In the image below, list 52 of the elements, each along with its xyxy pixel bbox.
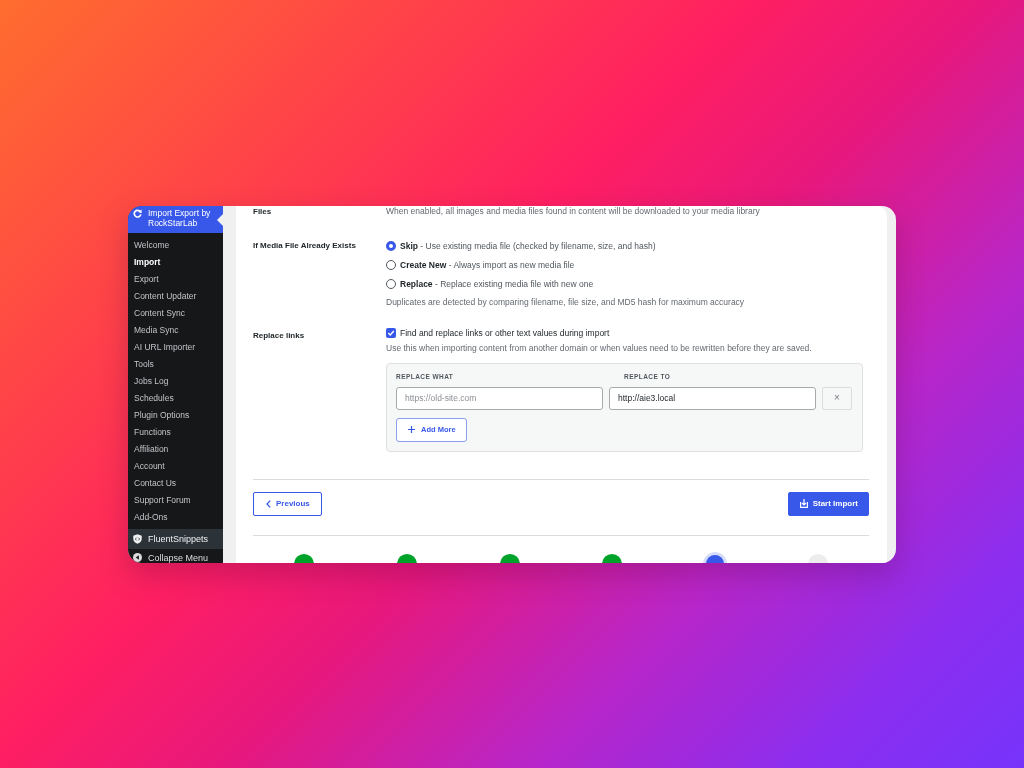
- url-input[interactable]: http://aie3.local: [609, 386, 816, 410]
- help-text: Duplicates are detected by comparing filename, file size, and MD5 hash for maximum accuracy: [386, 295, 745, 308]
- circular-arrow-icon: [133, 208, 142, 218]
- submenu-item[interactable]: Contact Us: [128, 474, 177, 492]
- submenu-item[interactable]: Add-Ons: [128, 508, 168, 526]
- step-marker-icon: [397, 553, 417, 563]
- remove-row-button[interactable]: ×: [822, 386, 852, 410]
- plugin-menu-item[interactable]: Import Export by RockStarLab: [128, 205, 223, 234]
- setting-description: When enabled, all images and media files found in content will be downloaded to your media library: [386, 205, 760, 217]
- shield-icon: [133, 533, 142, 544]
- submenu-item[interactable]: Affiliation: [128, 440, 169, 458]
- submenu-item[interactable]: Functions: [128, 423, 171, 441]
- step-marker-icon: [602, 553, 623, 563]
- setting-label: Replace links: [253, 329, 306, 342]
- submenu-item[interactable]: Account: [128, 457, 165, 475]
- radio-label: Replace - Replace existing media file with new one: [400, 278, 594, 290]
- step-marker-icon: [807, 553, 828, 563]
- menu-item[interactable]: FluentSnippets: [128, 528, 223, 549]
- url-input[interactable]: https://old-site.com: [396, 386, 603, 410]
- radio-button[interactable]: [386, 260, 396, 270]
- step-marker-icon: [499, 553, 520, 563]
- circle-arrow-icon: [133, 553, 142, 562]
- submenu-item[interactable]: Content Sync: [128, 304, 186, 322]
- help-text: Use this when importing content from another domain or when values need to be rewritten before they are saved.: [386, 341, 812, 354]
- checkbox-label: Find and replace links or other text values during import: [400, 326, 610, 339]
- submenu-item[interactable]: Welcome: [128, 236, 170, 254]
- collapse-menu-button[interactable]: Collapse Menu: [128, 548, 209, 563]
- radio-button[interactable]: [386, 279, 396, 289]
- setting-label: Files: [253, 205, 273, 217]
- radio-label: Create New - Always import as new media file: [400, 259, 575, 271]
- submenu-item[interactable]: Export: [128, 270, 159, 288]
- checkbox[interactable]: [386, 327, 396, 338]
- submenu-item[interactable]: Import: [128, 253, 161, 271]
- radio-button[interactable]: [386, 241, 396, 251]
- start-import-button[interactable]: Start Import: [787, 491, 869, 516]
- submenu-item[interactable]: Support Forum: [128, 491, 191, 509]
- submenu-item[interactable]: Media Sync: [128, 321, 179, 339]
- submenu-item[interactable]: Plugin Options: [128, 406, 190, 424]
- previous-button[interactable]: Previous: [253, 491, 322, 516]
- submenu-item[interactable]: AI URL Importer: [128, 338, 196, 356]
- submenu-item[interactable]: Schedules: [128, 389, 174, 407]
- step-marker-icon: [703, 551, 727, 563]
- setting-label: If Media File Already Exists: [253, 240, 357, 252]
- download-icon: [799, 499, 808, 508]
- radio-label: Skip - Use existing media file (checked by filename, size, and hash): [400, 240, 656, 252]
- menu-pointer-icon: [217, 213, 223, 226]
- chevron-left-icon: [266, 499, 271, 508]
- plus-icon: [408, 426, 415, 433]
- submenu-item[interactable]: Content Updater: [128, 287, 197, 305]
- submenu-item[interactable]: Tools: [128, 355, 154, 373]
- submenu-item[interactable]: Jobs Log: [128, 372, 169, 390]
- step-marker-icon: [294, 553, 315, 563]
